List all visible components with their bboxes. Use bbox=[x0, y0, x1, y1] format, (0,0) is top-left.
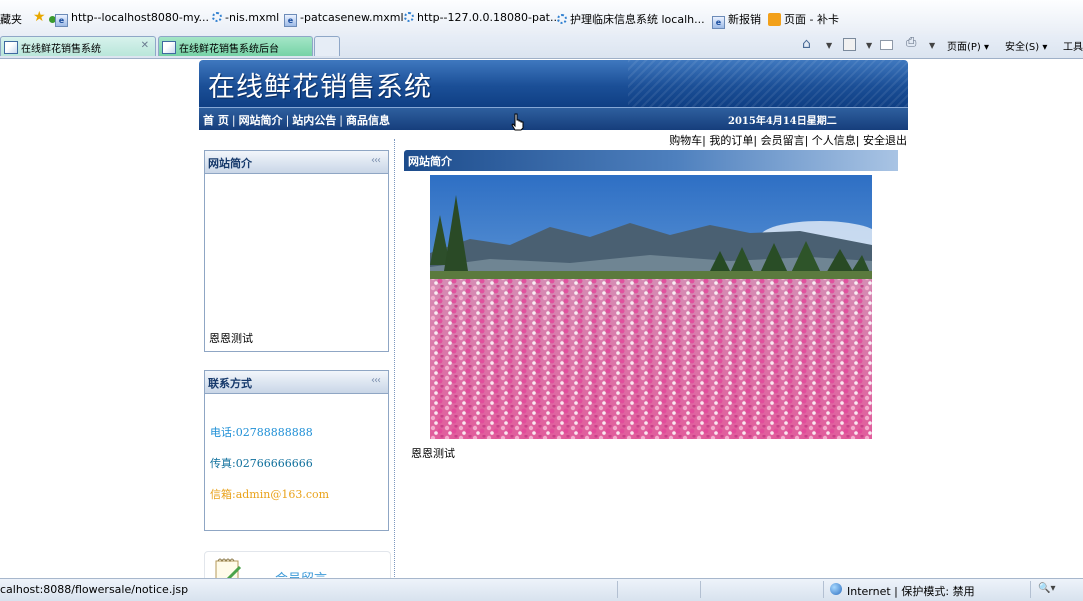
site-header: 在线鲜花销售系统 bbox=[199, 60, 908, 107]
sidebox-header: 网站简介 ‹‹‹ bbox=[205, 151, 388, 174]
browser-viewport: 在线鲜花销售系统 首 页 | 网站简介 | 站内公告 | 商品信息 2015年4月14日星期… bbox=[0, 59, 1083, 578]
tools-menu[interactable]: 工具 bbox=[1063, 38, 1083, 53]
loading-icon bbox=[557, 14, 567, 24]
print-icon[interactable]: ⎙ bbox=[906, 36, 919, 49]
intro-text: 恩恩测试 bbox=[209, 332, 253, 345]
user-links[interactable]: 购物车| 我的订单| 会员留言| 个人信息| 安全退出 bbox=[669, 132, 907, 148]
nav-home[interactable]: 首 页 bbox=[203, 114, 229, 127]
zoom-icon[interactable]: 🔍▾ bbox=[1038, 583, 1055, 594]
sidebox-title: 联系方式 bbox=[208, 377, 252, 390]
flower-field-photo bbox=[430, 175, 872, 439]
tab-row: 在线鲜花销售系统 ✕ 在线鲜花销售系统后台 bbox=[0, 34, 1083, 59]
status-divider bbox=[1030, 581, 1031, 598]
status-divider bbox=[700, 581, 701, 598]
favorites-bar: 藏夹 ★ e http--localhost8080-my... -nis.mxm… bbox=[0, 0, 1083, 35]
page-icon bbox=[162, 41, 176, 54]
print-dropdown-icon[interactable]: ▼ bbox=[929, 41, 935, 50]
page-menu[interactable]: 页面(P) ▾ bbox=[947, 38, 989, 53]
page-icon bbox=[4, 41, 18, 54]
tab-flower-shop[interactable]: 在线鲜花销售系统 ✕ bbox=[0, 36, 156, 56]
loading-icon bbox=[212, 12, 222, 22]
home-icon[interactable]: ⌂ bbox=[802, 37, 816, 51]
contact-phone: 电话:02788888888 bbox=[210, 426, 313, 439]
message-label[interactable]: 会员留言 bbox=[275, 568, 327, 578]
favorite-link[interactable]: e 新报销 bbox=[712, 11, 761, 29]
mail-icon[interactable] bbox=[880, 40, 893, 50]
feeds-icon[interactable] bbox=[843, 38, 856, 51]
new-tab-button[interactable] bbox=[314, 36, 340, 56]
nav-products[interactable]: 商品信息 bbox=[346, 114, 390, 127]
hand-cursor-icon bbox=[511, 113, 524, 131]
loading-icon bbox=[404, 12, 414, 22]
security-zone[interactable]: Internet | 保护模式: 禁用 bbox=[847, 583, 975, 599]
favorites-label[interactable]: 藏夹 bbox=[0, 11, 22, 27]
nav-notice[interactable]: 站内公告 bbox=[292, 114, 336, 127]
favorite-link[interactable]: 页面 - 补卡 bbox=[768, 11, 839, 27]
favorite-link[interactable]: -nis.mxml bbox=[212, 11, 279, 24]
contact-fax: 传真:02766666666 bbox=[210, 457, 313, 470]
status-divider bbox=[617, 581, 618, 598]
status-url: calhost:8088/flowersale/notice.jsp bbox=[0, 583, 189, 596]
favorite-link[interactable]: 护理临床信息系统 localh... bbox=[557, 11, 705, 27]
web-page: 在线鲜花销售系统 首 页 | 网站简介 | 站内公告 | 商品信息 2015年4月14日星期… bbox=[199, 59, 908, 578]
favorite-link[interactable]: e -patcasenew.mxml bbox=[284, 11, 404, 27]
site-nav-bar: 首 页 | 网站简介 | 站内公告 | 商品信息 2015年4月14日星期二 bbox=[199, 107, 908, 130]
favorites-star-icon[interactable]: ★ bbox=[33, 10, 47, 24]
intro-sidebox: 网站简介 ‹‹‹ 恩恩测试 bbox=[204, 150, 389, 352]
nav-about[interactable]: 网站简介 bbox=[239, 114, 283, 127]
collapse-arrows-icon[interactable]: ‹‹‹ bbox=[371, 155, 381, 166]
sidebox-title: 网站简介 bbox=[208, 157, 252, 170]
ie-page-icon: e bbox=[55, 14, 68, 27]
nav-links: 首 页 | 网站简介 | 站内公告 | 商品信息 bbox=[203, 114, 390, 127]
safety-menu[interactable]: 安全(S) ▾ bbox=[1005, 38, 1047, 53]
column-divider bbox=[394, 139, 395, 578]
collapse-arrows-icon[interactable]: ‹‹‹ bbox=[371, 375, 381, 386]
main-panel-title: 网站简介 bbox=[408, 155, 452, 168]
feeds-dropdown-icon[interactable]: ▼ bbox=[866, 41, 872, 50]
favorite-link[interactable]: http--127.0.0.18080-pat... bbox=[404, 11, 561, 24]
internet-zone-icon bbox=[830, 583, 842, 595]
ie-page-icon: e bbox=[712, 16, 725, 29]
notepad-icon bbox=[215, 558, 242, 578]
tab-flower-shop-admin[interactable]: 在线鲜花销售系统后台 bbox=[158, 36, 313, 56]
status-bar: calhost:8088/flowersale/notice.jsp Inter… bbox=[0, 578, 1083, 601]
favorite-link[interactable]: e http--localhost8080-my... bbox=[55, 11, 209, 27]
main-panel-header: 网站简介 bbox=[404, 150, 898, 171]
status-divider bbox=[823, 581, 824, 598]
contact-email: 信箱:admin@163.com bbox=[210, 488, 330, 501]
home-dropdown-icon[interactable]: ▼ bbox=[826, 41, 832, 50]
site-title: 在线鲜花销售系统 bbox=[208, 72, 432, 103]
ie-page-icon: e bbox=[284, 14, 297, 27]
sidebox-header: 联系方式 ‹‹‹ bbox=[205, 371, 388, 394]
close-tab-icon[interactable]: ✕ bbox=[141, 40, 149, 51]
current-date: 2015年4月14日星期二 bbox=[728, 116, 837, 127]
main-panel-caption: 恩恩测试 bbox=[411, 447, 455, 460]
contact-sidebox: 联系方式 ‹‹‹ 电话:02788888888 传真:02766666666 信… bbox=[204, 370, 389, 531]
orange-page-icon bbox=[768, 13, 781, 26]
